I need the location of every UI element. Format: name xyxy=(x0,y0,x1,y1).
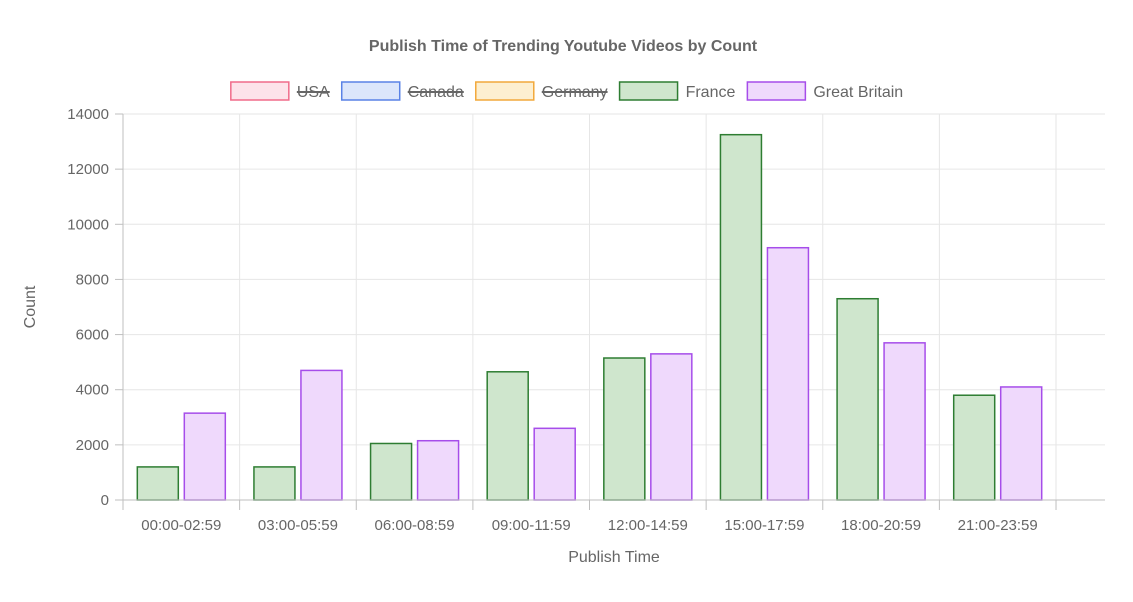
bar-chart: Publish Time of Trending Youtube Videos … xyxy=(22,38,1105,566)
bar-france xyxy=(836,297,879,501)
legend-swatch xyxy=(618,81,679,101)
bar-great-britain xyxy=(300,369,343,501)
legend-label: France xyxy=(686,84,736,101)
x-tick-label: 03:00-05:59 xyxy=(258,517,338,534)
bar-great-britain xyxy=(766,246,810,501)
legend-label: Great Britain xyxy=(813,84,903,101)
bar-france xyxy=(369,442,413,501)
legend-item-great-britain[interactable]: Great Britain xyxy=(746,81,903,101)
legend-swatch xyxy=(746,81,807,101)
bar-france xyxy=(719,133,763,501)
legend-item-usa[interactable]: USA xyxy=(230,81,330,101)
x-tick-label: 00:00-02:59 xyxy=(141,517,221,534)
x-tick-label: 15:00-17:59 xyxy=(724,517,804,534)
bar-great-britain xyxy=(999,386,1043,501)
y-tick-label: 0 xyxy=(101,492,109,509)
legend-swatch xyxy=(475,81,535,101)
y-axis-title: Count xyxy=(22,285,39,328)
legend: USA Canada Germany France Great Britain xyxy=(230,81,903,101)
legend-item-germany[interactable]: Germany xyxy=(475,81,608,101)
bar-great-britain xyxy=(650,353,693,501)
legend-swatch xyxy=(230,81,290,101)
x-axis-title: Publish Time xyxy=(568,549,660,566)
y-tick-label: 6000 xyxy=(76,327,109,344)
chart-title: Publish Time of Trending Youtube Videos … xyxy=(369,38,758,55)
legend-swatch xyxy=(340,81,401,101)
x-tick-label: 09:00-11:59 xyxy=(492,517,571,534)
x-tick-label: 12:00-14:59 xyxy=(608,517,688,534)
bar-france xyxy=(253,466,296,501)
bar-france xyxy=(952,394,996,501)
legend-item-canada[interactable]: Canada xyxy=(340,81,464,101)
bar-france xyxy=(486,371,529,501)
x-tick-label: 06:00-08:59 xyxy=(375,517,455,534)
bar-france xyxy=(603,357,646,501)
bar-great-britain xyxy=(183,412,227,501)
y-tick-label: 12000 xyxy=(67,161,109,178)
y-tick-label: 8000 xyxy=(76,271,109,288)
y-tick-label: 14000 xyxy=(67,106,109,123)
bar-great-britain xyxy=(416,439,460,501)
y-tick-label: 4000 xyxy=(76,382,109,399)
y-tick-label: 2000 xyxy=(76,437,109,454)
bar-great-britain xyxy=(533,427,576,501)
bar-france xyxy=(136,466,180,501)
y-tick-label: 10000 xyxy=(67,216,109,233)
legend-item-france[interactable]: France xyxy=(618,81,736,101)
x-tick-label: 18:00-20:59 xyxy=(841,517,921,534)
x-tick-label: 21:00-23:59 xyxy=(958,517,1038,534)
bar-great-britain xyxy=(883,342,926,501)
